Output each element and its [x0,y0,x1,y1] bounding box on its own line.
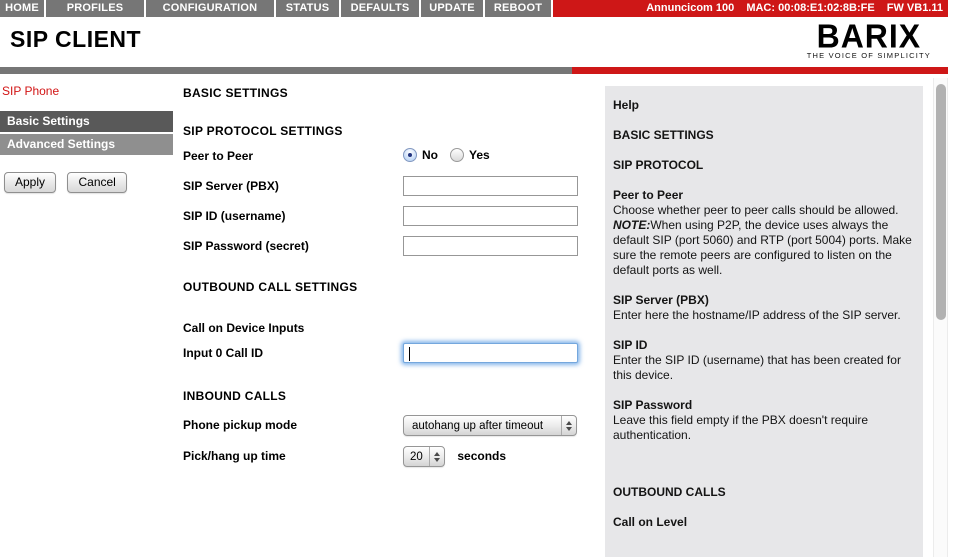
help-sipid-body: Enter the SIP ID (username) that has bee… [613,353,913,383]
pick-hang-time-suffix: seconds [457,449,506,463]
pick-hang-time-label: Pick/hang up time [183,446,403,463]
page-scrollbar-thumb[interactable] [936,84,946,320]
sidebar-item-basic-settings[interactable]: Basic Settings [0,111,173,132]
nav-update[interactable]: UPDATE [421,0,485,17]
sidebar: SIP Phone Basic Settings Advanced Settin… [0,84,173,193]
input0-call-id-row: Input 0 Call ID [183,343,593,363]
help-call-on-level-heading: Call on Level [613,515,913,530]
text-caret [409,347,410,361]
nav-reboot[interactable]: REBOOT [485,0,553,17]
peer-to-peer-radio-yes-label: Yes [469,148,490,162]
call-on-device-inputs-row: Call on Device Inputs [183,318,593,335]
barix-logo: BARIX THE VOICE OF SIMPLICITY [807,21,931,60]
peer-to-peer-label: Peer to Peer [183,146,403,163]
nav-status[interactable]: STATUS [276,0,341,17]
header: SIP CLIENT BARIX THE VOICE OF SIMPLICITY [0,17,948,67]
section-basic-settings: BASIC SETTINGS [183,86,593,100]
device-info-bar: Annuncicom 100 MAC: 00:08:E1:02:8B:FE FW… [553,0,948,17]
sip-server-row: SIP Server (PBX) [183,176,593,196]
barix-logo-text: BARIX [807,20,931,52]
help-peer-heading: Peer to Peer [613,188,913,203]
page-title: SIP CLIENT [10,26,141,53]
divider-gray-bar [0,67,572,74]
main-form: BASIC SETTINGS SIP PROTOCOL SETTINGS Pee… [183,86,593,467]
sip-server-input[interactable] [403,176,578,196]
help-server-heading: SIP Server (PBX) [613,293,913,308]
sidebar-buttons: Apply Cancel [0,172,173,193]
phone-pickup-mode-value: autohang up after timeout [412,420,543,432]
help-sip-protocol-heading: SIP PROTOCOL [613,158,913,173]
help-title: Help [613,98,913,113]
nav-configuration[interactable]: CONFIGURATION [146,0,276,17]
pick-hang-time-row: Pick/hang up time 20 seconds [183,446,593,467]
sip-id-row: SIP ID (username) [183,206,593,226]
sip-id-input[interactable] [403,206,578,226]
apply-button[interactable]: Apply [4,172,56,193]
peer-to-peer-radios: No Yes [403,146,593,164]
top-nav: HOME PROFILES CONFIGURATION STATUS DEFAU… [0,0,948,17]
sip-server-label: SIP Server (PBX) [183,176,403,193]
device-model: Annuncicom 100 [646,2,734,14]
device-mac: MAC: 00:08:E1:02:8B:FE [746,2,874,14]
section-inbound-calls: INBOUND CALLS [183,389,593,403]
phone-pickup-mode-row: Phone pickup mode autohang up after time… [183,415,593,436]
pick-hang-time-select[interactable]: 20 [403,446,445,467]
nav-defaults[interactable]: DEFAULTS [341,0,421,17]
peer-to-peer-radio-yes[interactable] [450,148,464,162]
peer-to-peer-row: Peer to Peer No Yes [183,146,593,164]
cancel-button[interactable]: Cancel [67,172,126,193]
phone-pickup-mode-label: Phone pickup mode [183,415,403,432]
input0-call-id-label: Input 0 Call ID [183,343,403,360]
help-panel: Help BASIC SETTINGS SIP PROTOCOL Peer to… [605,86,923,557]
sip-id-label: SIP ID (username) [183,206,403,223]
help-server-body: Enter here the hostname/IP address of th… [613,308,913,323]
sidebar-menu: Basic Settings Advanced Settings [0,111,173,155]
help-basic-settings-heading: BASIC SETTINGS [613,128,913,143]
device-firmware: FW VB1.11 [887,2,943,14]
sip-password-row: SIP Password (secret) [183,236,593,256]
phone-pickup-mode-select[interactable]: autohang up after timeout [403,415,577,436]
pick-hang-time-value: 20 [410,451,423,463]
help-sipid-heading: SIP ID [613,338,913,353]
sip-password-input[interactable] [403,236,578,256]
section-outbound-call-settings: OUTBOUND CALL SETTINGS [183,280,593,294]
help-peer-body: Choose whether peer to peer calls should… [613,203,913,278]
sip-password-label: SIP Password (secret) [183,236,403,253]
peer-to-peer-radio-no-label: No [422,148,438,162]
peer-to-peer-radio-no[interactable] [403,148,417,162]
select-stepper-icon [429,447,444,466]
section-sip-protocol-settings: SIP PROTOCOL SETTINGS [183,124,593,138]
help-password-body: Leave this field empty if the PBX doesn'… [613,413,913,443]
input0-call-id-input[interactable] [403,343,578,363]
help-outbound-heading: OUTBOUND CALLS [613,485,913,500]
divider-red-bar [572,67,948,74]
sidebar-section-title: SIP Phone [0,84,173,98]
nav-home[interactable]: HOME [0,0,46,17]
call-on-device-inputs-label: Call on Device Inputs [183,318,403,335]
select-stepper-icon [561,416,576,435]
help-password-heading: SIP Password [613,398,913,413]
nav-profiles[interactable]: PROFILES [46,0,146,17]
sidebar-item-advanced-settings[interactable]: Advanced Settings [0,134,173,155]
page-scrollbar-track[interactable] [933,78,948,557]
help-peer-note: When using P2P, the device uses always t… [613,218,912,277]
help-note-label: NOTE: [613,218,650,232]
page: HOME PROFILES CONFIGURATION STATUS DEFAU… [0,0,953,557]
